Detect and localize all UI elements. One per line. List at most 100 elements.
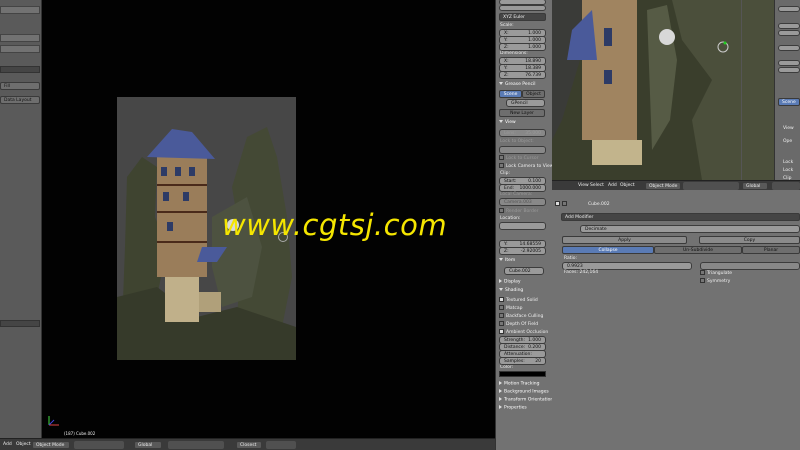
right-lock-label-2: Lock — [783, 168, 794, 173]
object-menu[interactable]: Object — [16, 442, 31, 447]
loc-x-field[interactable] — [499, 222, 546, 230]
color-label: Color: — [500, 365, 514, 370]
right-view-label: View — [783, 126, 794, 131]
tab-object[interactable]: Object — [522, 90, 545, 98]
mod-menu-0[interactable]: View — [578, 183, 589, 188]
rot-x-field[interactable] — [499, 5, 546, 11]
lock-object-field[interactable] — [499, 146, 546, 154]
watermark: www.cgtsj.com — [222, 208, 448, 242]
orientation-dropdown[interactable]: Global — [134, 441, 162, 449]
data-layout-button[interactable]: Data Layout — [0, 96, 40, 104]
shelf-button-3[interactable] — [0, 45, 40, 53]
local-camera-label: Local Camera: — [500, 192, 533, 197]
loc-z-field[interactable]: Z: -2.92005 — [499, 247, 546, 255]
shading-option-2[interactable]: Backface Culling — [499, 313, 543, 319]
mode-dropdown[interactable]: Object Mode — [32, 441, 70, 449]
object-caption: (187) Cube.002 — [64, 431, 96, 436]
shading-option-0[interactable]: Textured Solid — [499, 297, 538, 303]
tab-scene[interactable]: Scene — [499, 90, 522, 98]
ratio-label: Ratio: — [564, 256, 578, 261]
shading-option-4[interactable]: Ambient Occlusion — [499, 329, 548, 335]
grease-pencil-header[interactable]: Grease Pencil — [499, 82, 535, 87]
gpencil-field[interactable]: GPencil — [506, 99, 545, 107]
collapsed-panel-0[interactable]: Motion Tracking — [499, 381, 539, 387]
camera-border-line — [557, 0, 742, 180]
tower-base — [165, 277, 199, 322]
header-icons[interactable] — [266, 441, 296, 449]
layer-buttons[interactable] — [168, 441, 224, 449]
lock-to-object-label: Lock to Object: — [500, 139, 534, 144]
ratio-field[interactable]: 0.9923 — [562, 262, 692, 270]
tab-un-subdivide[interactable]: Un-Subdivide — [654, 246, 742, 254]
item-name-field[interactable]: Cube.002 — [504, 267, 544, 275]
mod-menu-1[interactable]: Select — [590, 183, 604, 188]
dimensions-label: Dimensions: — [500, 51, 528, 56]
add-modifier-dropdown[interactable]: Add Modifier — [561, 213, 800, 221]
snap-dropdown[interactable]: Closest — [236, 441, 262, 449]
shelf-scroll-field[interactable] — [0, 320, 40, 327]
mod-shading-icons[interactable] — [683, 182, 739, 190]
mod-layer-icons[interactable] — [772, 182, 800, 190]
modifier-panel: Cube.002 Add Modifier Decimate Apply Cop… — [552, 190, 800, 450]
faces-count: Faces: 242,164 — [564, 270, 599, 275]
lock-to-cursor[interactable]: Lock to Cursor — [499, 155, 538, 161]
camera-preview-viewport[interactable] — [552, 0, 774, 180]
view-header[interactable]: View — [499, 120, 516, 125]
collapsed-panel-2[interactable]: Transform Orientations — [499, 397, 556, 403]
tab-planar[interactable]: Planar — [742, 246, 800, 254]
ao-field-3[interactable]: Samples: 20 — [499, 357, 546, 365]
right-field-6[interactable] — [778, 67, 800, 73]
clip-end-field[interactable]: End: 1000.000 — [499, 184, 546, 192]
copy-button[interactable]: Copy — [699, 236, 800, 244]
mod-menu-2[interactable]: Add — [608, 183, 617, 188]
apply-button[interactable]: Apply — [562, 236, 687, 244]
lock-camera-to-view[interactable]: Lock Camera to View — [499, 163, 553, 169]
right-lock-label-1: Lock — [783, 160, 794, 165]
right-scene-tab[interactable]: Scene — [778, 98, 800, 106]
color-swatch[interactable] — [499, 371, 546, 377]
mod-orientation-dropdown[interactable]: Global — [742, 182, 768, 190]
rotation-mode-dropdown[interactable]: XYZ Euler — [499, 13, 546, 21]
camera-field[interactable]: Camera.003 — [499, 198, 546, 206]
fill-button[interactable]: Fill — [0, 82, 40, 90]
axis-gizmo-icon — [48, 416, 59, 426]
modifier-name-field[interactable]: Decimate — [580, 225, 800, 233]
3d-viewport[interactable]: www.cgtsj.com (187) Cube.002 — [42, 0, 495, 438]
right-field-5[interactable] — [778, 60, 800, 66]
collapsed-panel-3[interactable]: Properties — [499, 405, 527, 411]
triangulate-checkbox[interactable]: Triangulate — [700, 270, 732, 276]
scale-label: Scale: — [500, 23, 514, 28]
viewport-header: Add Object Object Mode Global Closest — [0, 438, 495, 450]
right-field-4[interactable] — [778, 45, 800, 51]
shelf-button-2[interactable] — [0, 34, 40, 42]
properties-panel: XYZ Euler Scale: Dimensions: Grease Penc… — [495, 0, 556, 450]
dimension-2-field[interactable]: Z: 76.739 — [499, 71, 546, 79]
right-field-1[interactable] — [778, 6, 800, 12]
new-layer-button[interactable]: New Layer — [499, 109, 545, 117]
right-field-2[interactable] — [778, 23, 800, 29]
modifier-header-bar: Object Mode Global View Select Add Object — [552, 180, 800, 190]
item-header[interactable]: Item — [499, 258, 515, 263]
symmetry-checkbox[interactable]: Symmetry — [700, 278, 730, 284]
shading-option-3[interactable]: Depth Of Field — [499, 321, 538, 327]
render-border[interactable]: Render Border — [499, 208, 539, 214]
lens-field[interactable]: Lens: 35.000 — [499, 129, 546, 137]
add-menu[interactable]: Add — [3, 442, 12, 447]
modifier-icon-row[interactable] — [555, 201, 585, 209]
scale-2-field[interactable]: Z: 1.000 — [499, 43, 546, 51]
left-tool-shelf: Fill Data Layout — [0, 0, 42, 438]
collapsed-panel-1[interactable]: Background Images — [499, 389, 549, 395]
display-header[interactable]: Display — [499, 279, 521, 285]
shading-icons[interactable] — [74, 441, 124, 449]
mod-menu-3[interactable]: Object — [620, 183, 635, 188]
right-field-3[interactable] — [778, 30, 800, 36]
mod-mode-dropdown[interactable]: Object Mode — [645, 182, 681, 190]
shelf-button-1[interactable] — [0, 6, 40, 14]
vertex-group-field[interactable] — [700, 262, 800, 270]
shelf-dropdown[interactable] — [0, 66, 40, 73]
shading-option-1[interactable]: Matcap — [499, 305, 523, 311]
tab-collapse[interactable]: Collapse — [562, 246, 654, 254]
shading-header[interactable]: Shading — [499, 288, 523, 293]
object-name-label: Cube.002 — [588, 202, 610, 207]
location-label: Location: — [500, 216, 521, 221]
